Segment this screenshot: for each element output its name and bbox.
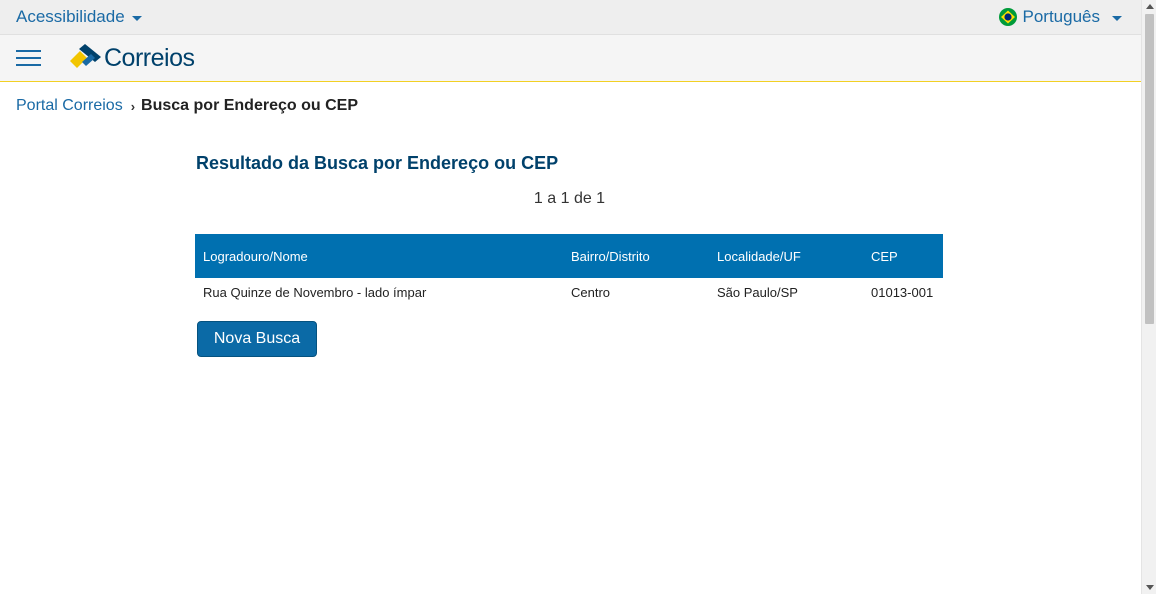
- hamburger-menu-icon[interactable]: [16, 50, 41, 67]
- column-header-cep: CEP: [863, 234, 943, 278]
- accessibility-label: Acessibilidade: [16, 7, 125, 26]
- new-search-button[interactable]: Nova Busca: [197, 321, 317, 357]
- table-row: Rua Quinze de Novembro - lado ímpar Cent…: [195, 278, 943, 307]
- results-table: Logradouro/Nome Bairro/Distrito Localida…: [195, 234, 943, 307]
- accessibility-menu[interactable]: Acessibilidade: [16, 7, 142, 27]
- page-title: Resultado da Busca por Endereço ou CEP: [196, 153, 559, 173]
- correios-logo-icon: [70, 44, 101, 68]
- breadcrumb-home-link[interactable]: Portal Correios: [16, 97, 123, 115]
- top-utility-bar: Acessibilidade Português: [0, 0, 1141, 35]
- scroll-down-arrow-icon[interactable]: [1146, 585, 1154, 590]
- language-label: Português: [1022, 7, 1101, 26]
- cell-logradouro: Rua Quinze de Novembro - lado ímpar: [203, 285, 427, 300]
- correios-logo[interactable]: Correios: [68, 43, 195, 72]
- column-header-bairro: Bairro/Distrito: [563, 234, 709, 278]
- logo-text: Correios: [104, 43, 195, 72]
- chevron-down-icon: [131, 15, 142, 21]
- cell-bairro: Centro: [571, 285, 611, 300]
- table-header-row: Logradouro/Nome Bairro/Distrito Localida…: [195, 234, 943, 278]
- language-selector[interactable]: Português: [998, 7, 1122, 27]
- column-header-logradouro: Logradouro/Nome: [195, 234, 563, 278]
- site-header: Correios: [0, 35, 1141, 82]
- brazil-flag-icon: [998, 8, 1017, 26]
- column-header-localidade: Localidade/UF: [709, 234, 863, 278]
- cell-cep: 01013-001: [871, 285, 934, 300]
- breadcrumb: Portal Correios › Busca por Endereço ou …: [16, 97, 358, 115]
- scrollbar-thumb[interactable]: [1145, 14, 1154, 324]
- scroll-up-arrow-icon[interactable]: [1146, 4, 1154, 9]
- chevron-right-icon: ›: [130, 98, 136, 114]
- page-scrollbar[interactable]: [1141, 0, 1156, 594]
- results-count: 1 a 1 de 1: [533, 190, 606, 207]
- cell-localidade: São Paulo/SP: [717, 285, 798, 300]
- chevron-down-icon: [1112, 15, 1122, 21]
- breadcrumb-current: Busca por Endereço ou CEP: [141, 97, 358, 114]
